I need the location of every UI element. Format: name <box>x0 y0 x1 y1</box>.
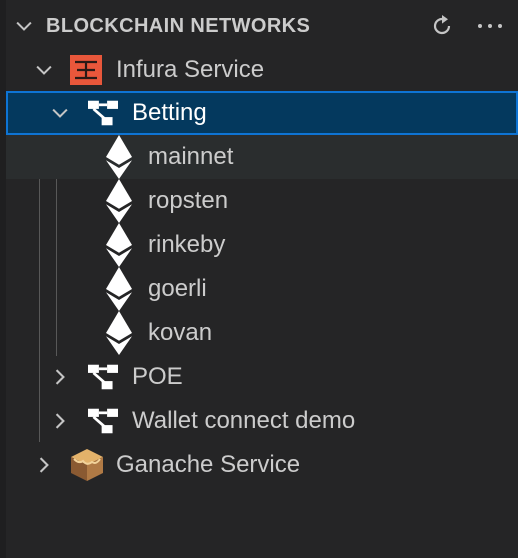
tree-item-label: Ganache Service <box>116 451 301 478</box>
tree-item-wallet-connect-demo[interactable]: Wallet connect demo <box>6 399 518 443</box>
tree-item-label: ropsten <box>148 187 229 214</box>
ethereum-icon <box>104 223 134 267</box>
tree-item-network-mainnet[interactable]: mainnet <box>6 135 518 179</box>
infura-logo-icon <box>70 55 102 85</box>
tree-item-label: Betting <box>132 99 207 126</box>
tree-item-network-rinkeby[interactable]: rinkeby <box>6 223 518 267</box>
tree-item-label: rinkeby <box>148 231 226 258</box>
more-actions-icon[interactable] <box>474 12 506 40</box>
project-icon <box>86 406 120 436</box>
tree-item-label: POE <box>132 363 183 390</box>
ethereum-icon <box>104 311 134 355</box>
tree-item-betting[interactable]: Betting <box>6 91 518 135</box>
tree-item-label: Infura Service <box>116 56 265 83</box>
chevron-right-icon[interactable] <box>49 366 71 388</box>
panel-title: BLOCKCHAIN NETWORKS <box>46 15 311 37</box>
ethereum-icon <box>104 267 134 311</box>
tree-item-ganache-service[interactable]: Ganache Service <box>6 443 518 487</box>
chevron-right-icon[interactable] <box>49 410 71 432</box>
tree-item-network-ropsten[interactable]: ropsten <box>6 179 518 223</box>
chevron-down-icon[interactable] <box>13 15 35 37</box>
ethereum-icon <box>104 135 134 179</box>
tree-item-poe[interactable]: POE <box>6 355 518 399</box>
refresh-icon[interactable] <box>428 12 456 40</box>
tree-item-label: Wallet connect demo <box>132 407 356 434</box>
ethereum-icon <box>104 179 134 223</box>
tree-item-network-kovan[interactable]: kovan <box>6 311 518 355</box>
tree-item-label: mainnet <box>148 143 234 170</box>
tree-item-label: goerli <box>148 275 207 302</box>
chevron-down-icon[interactable] <box>33 59 55 81</box>
panel-header: BLOCKCHAIN NETWORKS <box>0 0 518 52</box>
tree-item-network-goerli[interactable]: goerli <box>6 267 518 311</box>
ganache-logo-icon <box>71 449 103 481</box>
project-icon <box>86 98 120 128</box>
tree-item-label: kovan <box>148 319 213 346</box>
chevron-right-icon[interactable] <box>33 454 55 476</box>
tree-item-infura-service[interactable]: Infura Service <box>6 48 518 92</box>
project-icon <box>86 362 120 392</box>
chevron-down-icon[interactable] <box>49 102 71 124</box>
